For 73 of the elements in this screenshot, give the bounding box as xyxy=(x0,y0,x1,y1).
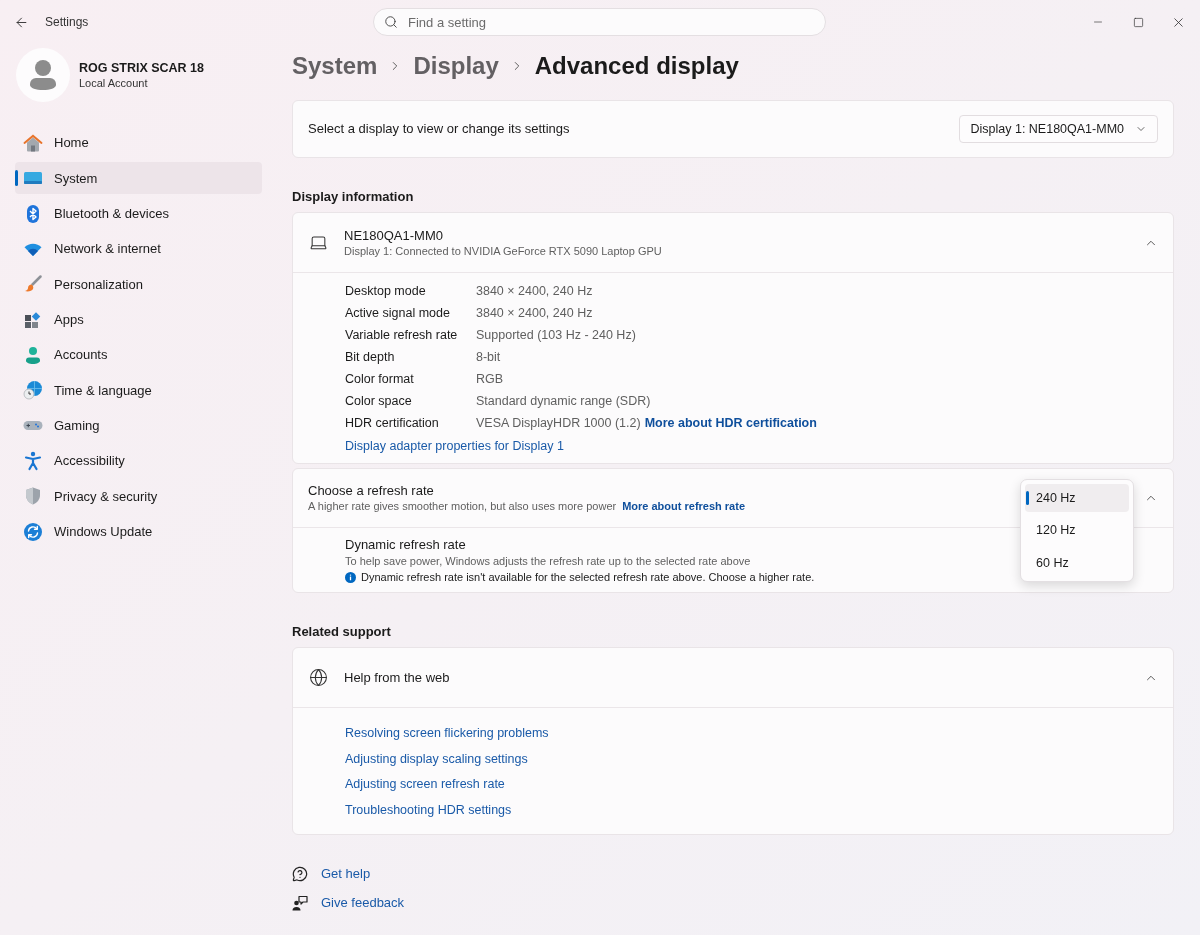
sidebar-item[interactable]: Privacy & security xyxy=(15,480,262,513)
menu-option[interactable]: 240 Hz xyxy=(1025,484,1129,512)
detail-value: 8-bit xyxy=(476,348,501,366)
sidebar-item[interactable]: Accessibility xyxy=(15,445,262,478)
setting-title: Dynamic refresh rate xyxy=(345,536,466,554)
notice-text: Dynamic refresh rate isn't available for the selected refresh rate above. Choose a higher rate. xyxy=(361,569,815,585)
footer-link[interactable]: Get help xyxy=(321,863,371,884)
sidebar-item[interactable]: Windows Update xyxy=(15,515,262,548)
detail-value: Standard dynamic range (SDR) xyxy=(476,392,651,410)
setting-label: Select a display to view or change its settings xyxy=(308,120,570,139)
selection-indicator xyxy=(15,170,18,187)
footer-link[interactable]: Give feedback xyxy=(321,892,405,913)
menu-option[interactable]: 60 Hz xyxy=(1025,549,1129,577)
display-name: NE180QA1-MM0 xyxy=(344,227,443,244)
detail-value: 3840 × 2400, 240 Hz xyxy=(476,304,593,322)
setting-description: To help save power, Windows adjusts the refresh rate up to the selected rate above xyxy=(345,554,751,569)
window-title: Settings xyxy=(45,14,89,31)
search-field[interactable]: Find a setting xyxy=(373,8,826,36)
laptop-icon xyxy=(309,233,328,252)
accessibility-icon xyxy=(23,451,43,472)
help-title: Help from the web xyxy=(344,668,450,687)
detail-label: Active signal mode xyxy=(345,304,451,322)
detail-label: Variable refresh rate xyxy=(345,326,459,344)
section-heading: Display information xyxy=(292,188,414,207)
detail-label: Color format xyxy=(345,370,415,388)
detail-label: Color space xyxy=(345,392,413,410)
sidebar-item[interactable]: System xyxy=(15,162,262,195)
sidebar-item[interactable]: Bluetooth & devices xyxy=(15,197,262,230)
help-link[interactable]: Adjusting screen refresh rate xyxy=(345,775,505,795)
setting-description: A higher rate gives smoother motion, but also uses more power xyxy=(308,499,617,514)
setting-title: Choose a refresh rate xyxy=(308,482,434,499)
sidebar-item[interactable]: Accounts xyxy=(15,339,262,372)
breadcrumb-item: Advanced display xyxy=(534,51,739,81)
sync-icon xyxy=(23,521,43,542)
sidebar-item[interactable]: Apps xyxy=(15,303,262,336)
shield-icon xyxy=(23,486,43,507)
sidebar-item[interactable]: Time & language xyxy=(15,374,262,407)
account-type: Local Account xyxy=(79,75,148,91)
display-dropdown[interactable]: Display 1: NE180QA1-MM0 xyxy=(959,115,1158,143)
search-icon xyxy=(384,15,398,29)
display-connection: Display 1: Connected to NVIDIA GeForce RTX 5090 Laptop GPU xyxy=(344,244,662,258)
breadcrumb-item[interactable]: System xyxy=(292,50,378,82)
sidebar-item[interactable]: Gaming xyxy=(15,409,262,442)
detail-value: 3840 × 2400, 240 Hz xyxy=(476,282,593,300)
person-icon xyxy=(23,345,43,366)
sidebar-item[interactable]: Network & internet xyxy=(15,233,262,266)
info-icon xyxy=(345,571,356,583)
detail-label: Desktop mode xyxy=(345,282,427,300)
menu-option[interactable]: 120 Hz xyxy=(1025,516,1129,545)
avatar-icon xyxy=(16,48,70,102)
help-link[interactable]: Resolving screen flickering problems xyxy=(345,724,549,744)
detail-value: RGB xyxy=(476,370,504,388)
detail-label: Bit depth xyxy=(345,348,396,366)
sidebar-item[interactable]: Personalization xyxy=(15,268,262,301)
maximize-icon xyxy=(1132,16,1144,28)
breadcrumb-item[interactable]: Display xyxy=(413,50,499,82)
globe-icon xyxy=(309,668,328,687)
detail-link[interactable]: More about HDR certification xyxy=(644,413,817,433)
help-link[interactable]: Adjusting display scaling settings xyxy=(345,749,528,769)
detail-value: Supported (103 Hz - 240 Hz) xyxy=(476,326,636,344)
detail-label: HDR certification xyxy=(345,414,440,432)
detail-value: VESA DisplayHDR 1000 (1.2) xyxy=(476,414,641,432)
globe-clock-icon xyxy=(23,380,43,401)
selection-indicator xyxy=(1026,491,1029,505)
account-name: ROG STRIX SCAR 18 xyxy=(79,59,205,76)
person-speech-icon xyxy=(292,894,308,911)
help-link[interactable]: Troubleshooting HDR settings xyxy=(345,800,512,820)
refresh-rate-link[interactable]: More about refresh rate xyxy=(622,499,746,514)
adapter-properties-link[interactable]: Display adapter properties for Display 1 xyxy=(345,436,564,456)
sidebar-item[interactable]: Home xyxy=(15,127,262,159)
house-icon xyxy=(23,133,43,153)
section-heading: Related support xyxy=(292,623,391,642)
question-bubble-icon xyxy=(292,865,308,882)
